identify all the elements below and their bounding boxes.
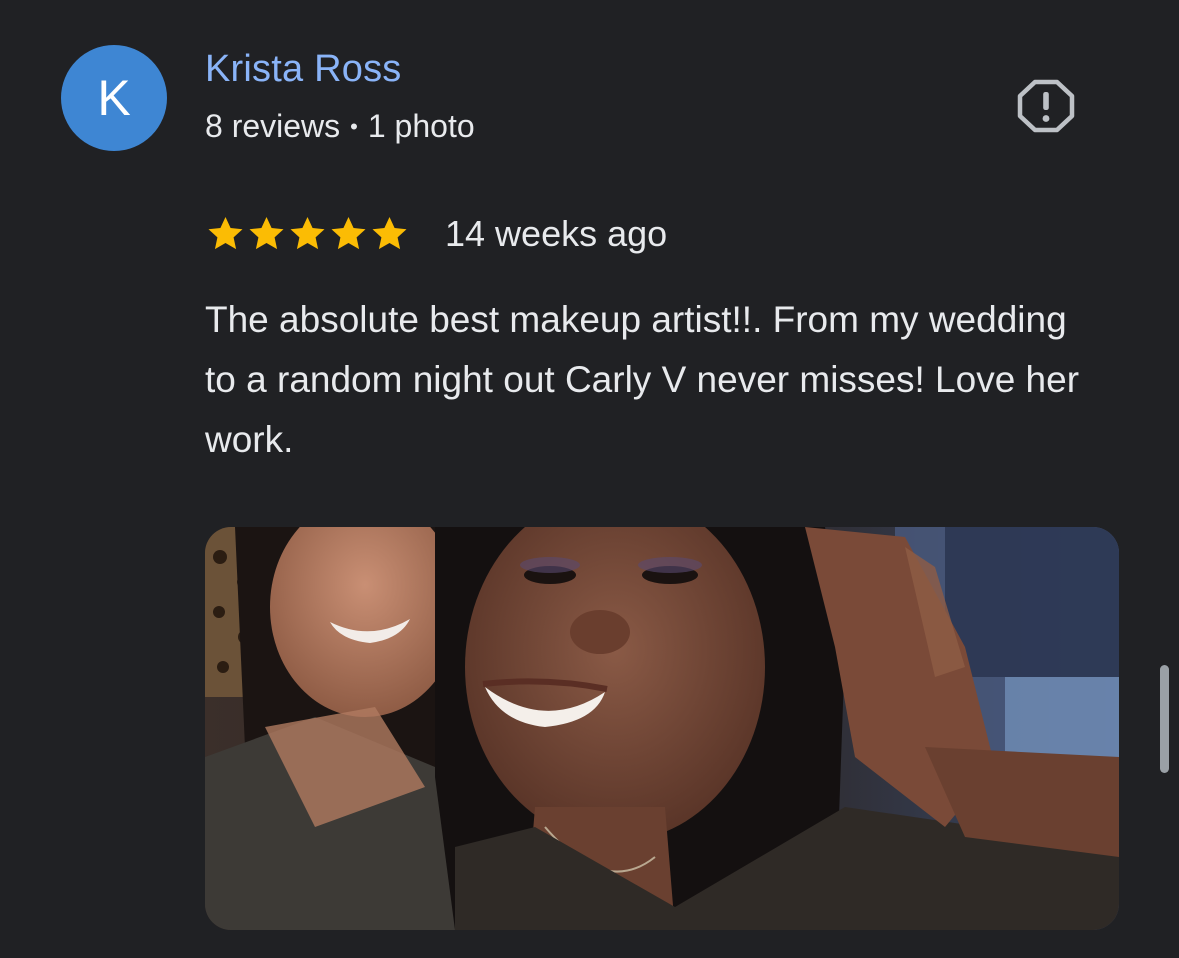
meta-separator: • (350, 113, 358, 139)
review-text: The absolute best makeup artist!!. From … (205, 299, 1080, 460)
star-icon (290, 217, 325, 250)
review-date: 14 weeks ago (445, 213, 668, 254)
star-icon (249, 217, 284, 250)
star-icon (372, 217, 407, 250)
photos-count: 1 photo (367, 108, 475, 144)
avatar-letter: K (97, 70, 131, 126)
report-button[interactable] (1016, 78, 1076, 134)
avatar[interactable]: K (61, 45, 167, 151)
rating-row: 14 weeks ago (205, 209, 667, 259)
review-photo[interactable] (205, 527, 1119, 930)
report-icon (1017, 79, 1075, 133)
review-card: K Krista Ross 8 reviews • 1 photo 14 wee… (0, 0, 1179, 958)
reviews-count: 8 reviews (205, 108, 341, 144)
reviewer-meta: 8 reviews • 1 photo (205, 108, 475, 145)
star-rating (205, 214, 410, 254)
star-icon (331, 217, 366, 250)
star-icon (208, 217, 243, 250)
reviewer-name[interactable]: Krista Ross (205, 48, 401, 91)
review-photo-image (205, 527, 1119, 930)
scrollbar-thumb[interactable] (1160, 665, 1169, 773)
